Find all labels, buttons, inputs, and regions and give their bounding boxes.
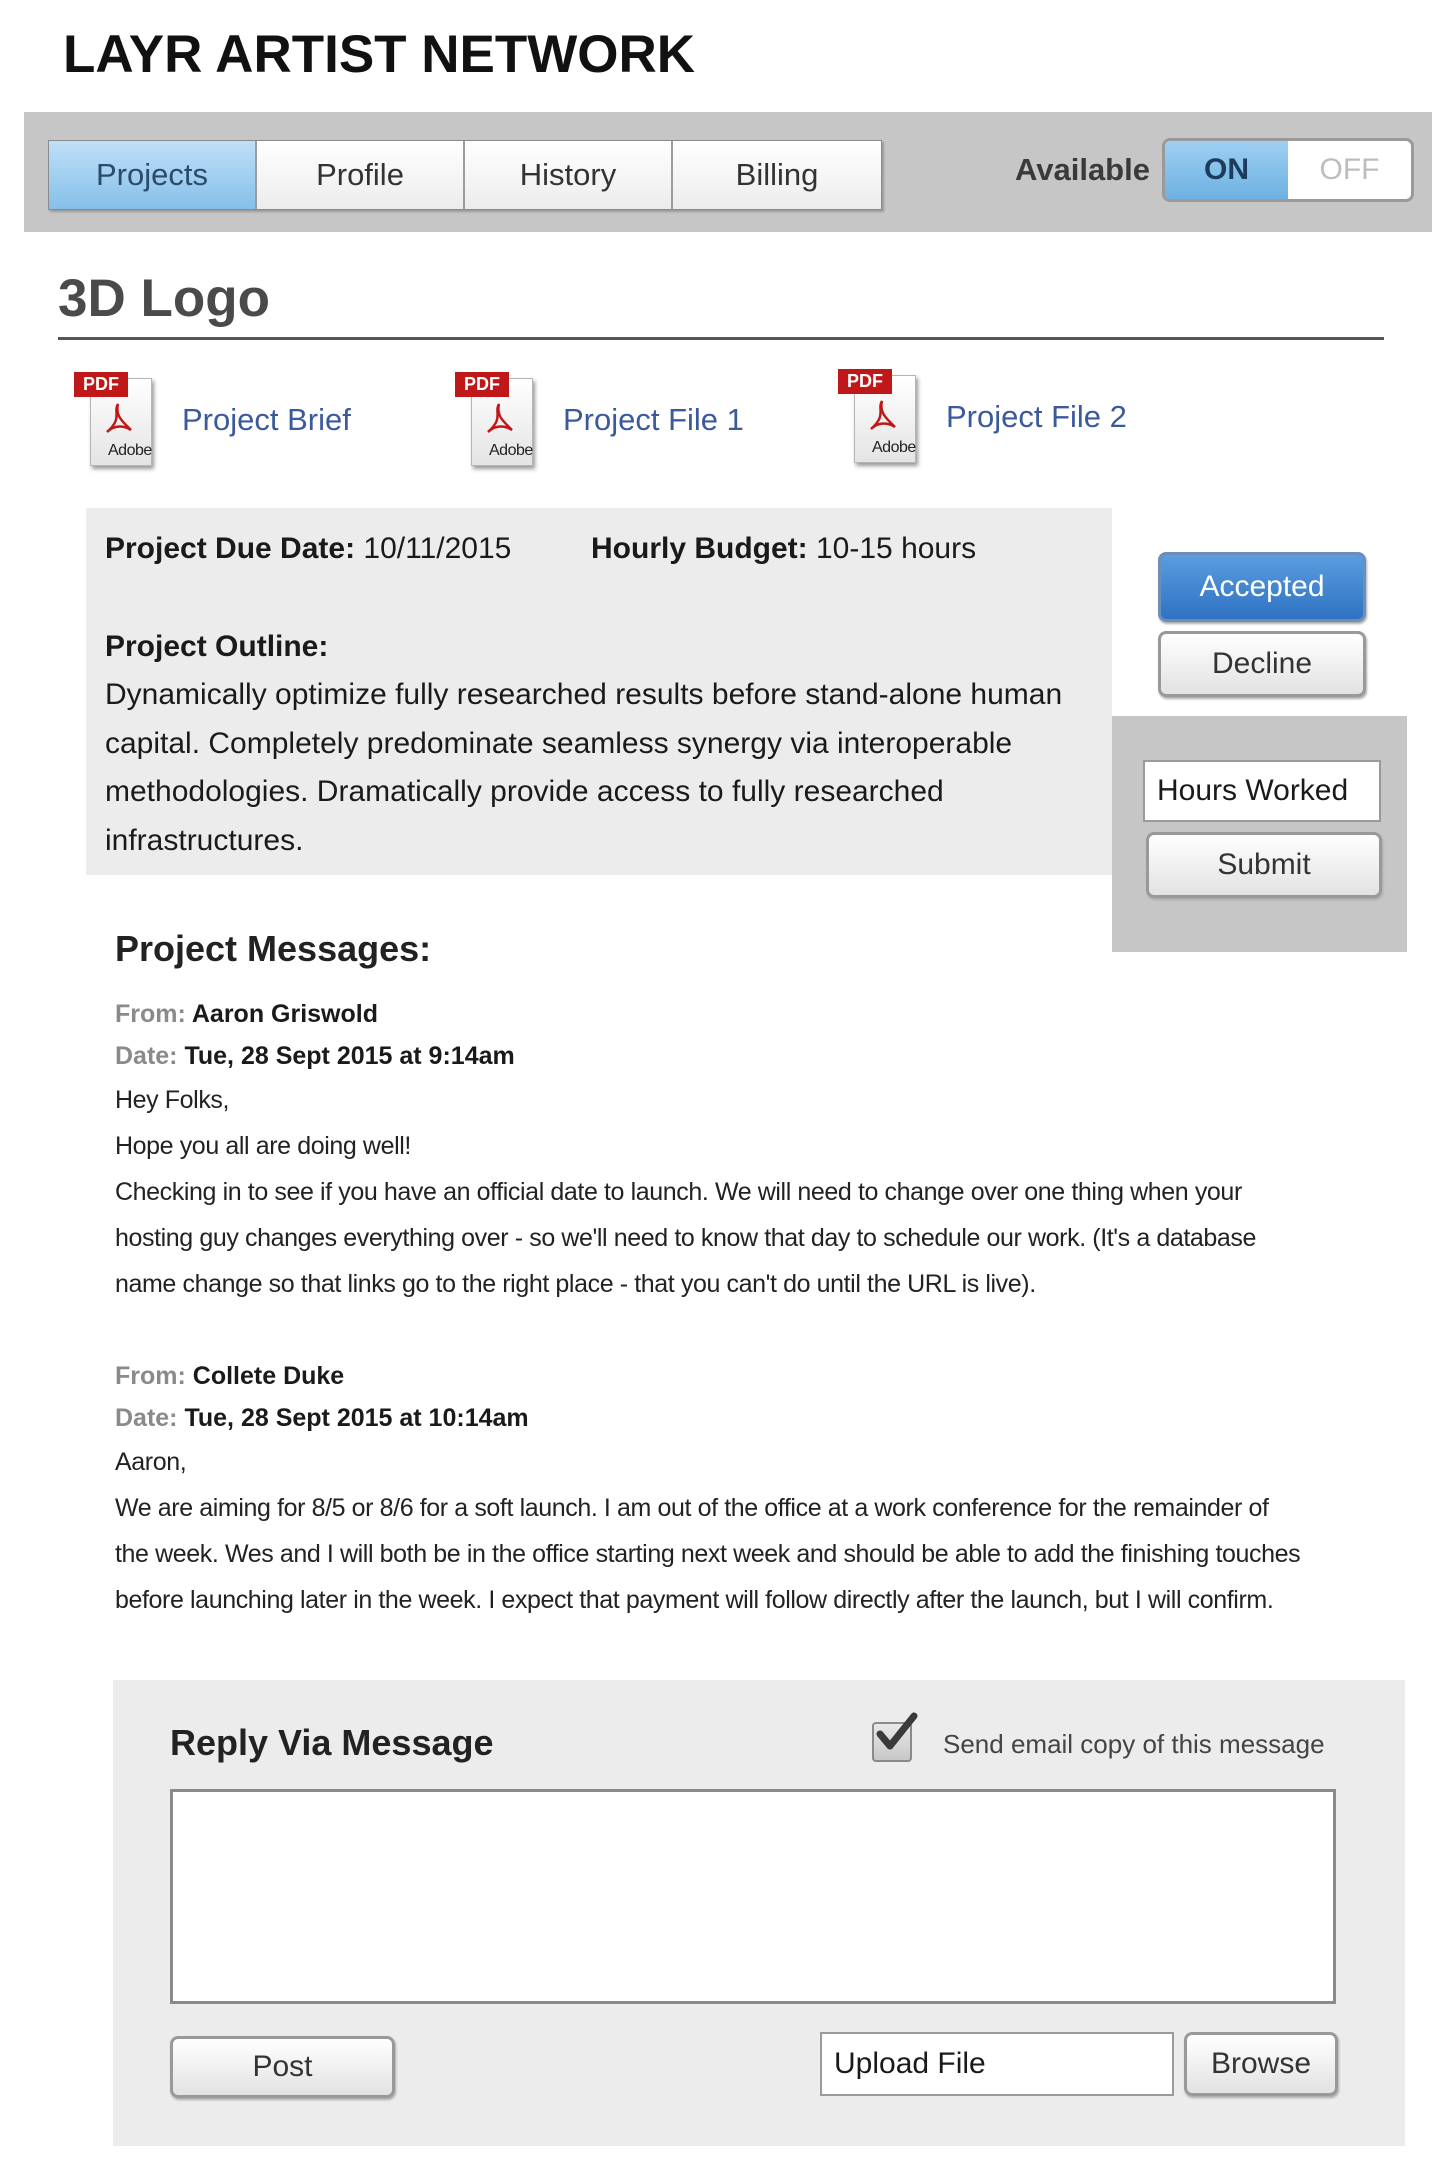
email-copy-label: Send email copy of this message (943, 1729, 1325, 1759)
tab-billing[interactable]: Billing (673, 141, 881, 209)
tab-profile[interactable]: Profile (257, 141, 465, 209)
message-sender: Collete Duke (192, 1362, 345, 1390)
message-date: Tue, 28 Sept 2015 at 9:14am (184, 1042, 515, 1070)
submit-hours-button[interactable]: Submit (1146, 832, 1382, 898)
hours-worked-field[interactable]: Hours Worked (1143, 760, 1381, 822)
from-label: From: (115, 1362, 186, 1390)
accepted-button[interactable]: Accepted (1158, 552, 1366, 622)
toggle-off-button[interactable]: OFF (1288, 141, 1411, 199)
budget-label: Hourly Budget: (591, 532, 808, 565)
available-label: Available (1015, 152, 1150, 187)
pdf-icon: PDF Adobe (74, 372, 154, 468)
file-label[interactable]: Project File 1 (563, 402, 744, 438)
message-sender: Aaron Griswold (191, 1000, 378, 1028)
file-project-brief[interactable]: PDF Adobe Project Brief (74, 372, 351, 468)
budget-value: 10-15 hours (816, 532, 977, 565)
due-date-value: 10/11/2015 (363, 532, 512, 565)
decline-button[interactable]: Decline (1158, 631, 1366, 697)
file-project-file-2[interactable]: PDF Adobe Project File 2 (838, 369, 1127, 465)
email-copy-checkbox[interactable] (872, 1712, 918, 1762)
tab-history[interactable]: History (465, 141, 673, 209)
brand-title: LAYR ARTIST NETWORK (63, 25, 696, 84)
availability-toggle[interactable]: ON OFF (1162, 138, 1414, 202)
toggle-on-button[interactable]: ON (1165, 141, 1288, 199)
tab-projects[interactable]: Projects (49, 141, 257, 209)
page-title: 3D Logo (58, 269, 270, 328)
file-label[interactable]: Project File 2 (946, 399, 1127, 435)
pdf-icon: PDF Adobe (455, 372, 535, 468)
browse-button[interactable]: Browse (1184, 2032, 1338, 2096)
file-project-file-1[interactable]: PDF Adobe Project File 1 (455, 372, 744, 468)
message-body: Hey Folks, Hope you all are doing well! … (115, 1086, 1257, 1298)
outline-label: Project Outline: (105, 630, 329, 663)
title-divider (58, 337, 1384, 340)
date-label: Date: (115, 1042, 178, 1070)
from-label: From: (115, 1000, 186, 1028)
message-body: Aaron, We are aiming for 8/5 or 8/6 for … (115, 1448, 1301, 1614)
file-label[interactable]: Project Brief (182, 402, 351, 438)
date-label: Date: (115, 1404, 178, 1432)
due-date-field: Project Due Date: 10/11/2015 (105, 532, 511, 566)
nav-tabs: Projects Profile History Billing (48, 140, 882, 210)
checkmark-icon (876, 1712, 918, 1750)
message-item: From: Aaron Griswold Date: Tue, 28 Sept … (115, 993, 1405, 1307)
upload-file-field[interactable]: Upload File (820, 2032, 1174, 2096)
due-date-label: Project Due Date: (105, 532, 356, 565)
reply-title: Reply Via Message (170, 1722, 494, 1763)
post-button[interactable]: Post (170, 2036, 395, 2098)
message-item: From: Collete Duke Date: Tue, 28 Sept 20… (115, 1355, 1405, 1623)
outline-text: Dynamically optimize fully researched re… (105, 678, 1063, 857)
message-date: Tue, 28 Sept 2015 at 10:14am (184, 1404, 529, 1432)
reply-message-input[interactable] (170, 1789, 1336, 2004)
pdf-icon: PDF Adobe (838, 369, 918, 465)
messages-title: Project Messages: (115, 928, 432, 969)
budget-field: Hourly Budget: 10-15 hours (591, 532, 976, 566)
